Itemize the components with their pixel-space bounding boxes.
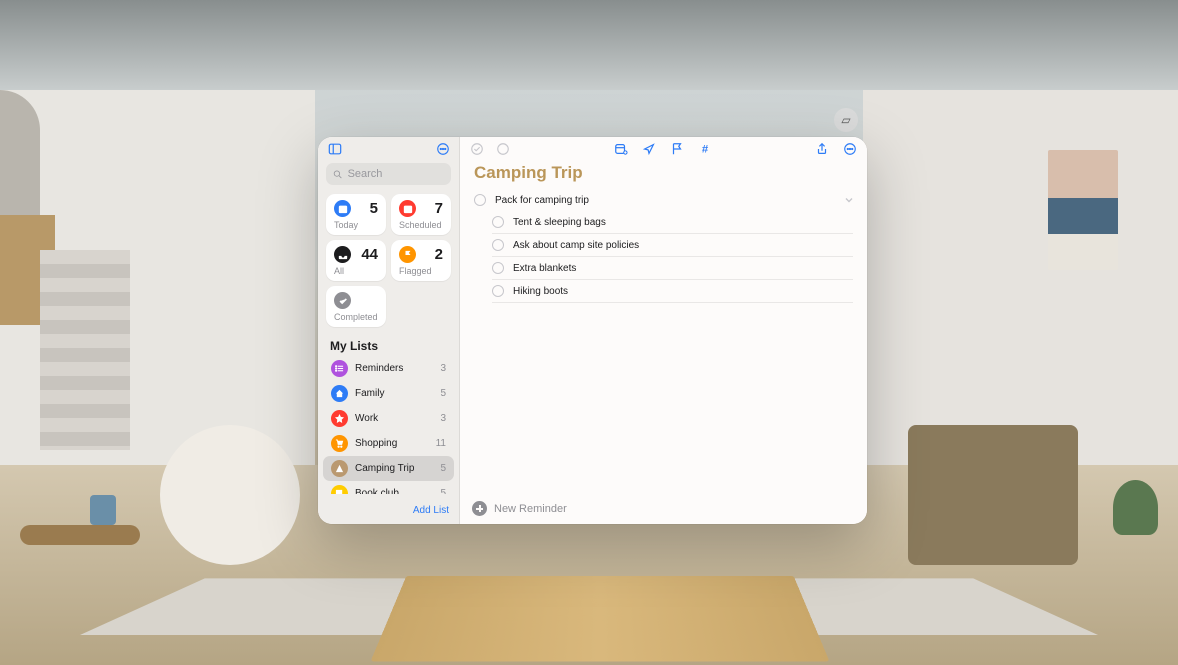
reminder-text: Ask about camp site policies: [513, 240, 639, 251]
chevron-down-icon[interactable]: [843, 194, 855, 206]
content-more-icon[interactable]: [843, 142, 857, 156]
list-count: 11: [436, 438, 446, 449]
view-toggle-icon[interactable]: [470, 142, 484, 156]
scheduled-label: Scheduled: [399, 220, 443, 230]
lists-container: Reminders 3 Family 5 Work 3 Shopping 11 …: [318, 356, 459, 494]
reminder-parent-item[interactable]: Pack for camping trip: [474, 189, 853, 211]
reminders-window: 5 Today 7 Scheduled 44 All: [318, 137, 867, 524]
reminder-item[interactable]: Tent & sleeping bags: [492, 211, 853, 234]
smart-list-all[interactable]: 44 All: [326, 240, 386, 281]
list-title: Camping Trip: [460, 159, 867, 189]
list-item-reminders[interactable]: Reminders 3: [323, 356, 454, 381]
add-date-icon[interactable]: [614, 142, 628, 156]
tray-icon: [334, 246, 351, 263]
reminder-checkbox[interactable]: [492, 239, 504, 251]
share-icon[interactable]: [815, 142, 829, 156]
flagged-label: Flagged: [399, 266, 443, 276]
smart-list-completed[interactable]: Completed: [326, 286, 386, 327]
list-item-family[interactable]: Family 5: [323, 381, 454, 406]
svg-text:#: #: [701, 144, 708, 156]
completed-label: Completed: [334, 312, 378, 322]
reminder-checkbox[interactable]: [492, 285, 504, 297]
search-field[interactable]: [326, 163, 451, 185]
all-label: All: [334, 266, 378, 276]
reminder-checkbox[interactable]: [474, 194, 486, 206]
reminder-text: Tent & sleeping bags: [513, 217, 606, 228]
tent-icon: [331, 460, 348, 477]
add-location-icon[interactable]: [642, 142, 656, 156]
check-icon: [334, 292, 351, 309]
book-icon: [331, 485, 348, 494]
search-input[interactable]: [348, 168, 444, 180]
flag-icon: [399, 246, 416, 263]
list-item-book-club[interactable]: Book club 5: [323, 481, 454, 494]
calendar-scheduled-icon: [399, 200, 416, 217]
star-icon: [331, 410, 348, 427]
list-name: Shopping: [355, 438, 429, 449]
reminder-item[interactable]: Ask about camp site policies: [492, 234, 853, 257]
list-name: Family: [355, 388, 433, 399]
list-name: Work: [355, 413, 433, 424]
list-item-shopping[interactable]: Shopping 11: [323, 431, 454, 456]
add-flag-icon[interactable]: [670, 142, 684, 156]
smart-list-scheduled[interactable]: 7 Scheduled: [391, 194, 451, 235]
flagged-count: 2: [435, 246, 443, 263]
add-list-button[interactable]: Add List: [413, 505, 449, 516]
select-icon[interactable]: [496, 142, 510, 156]
smart-lists-grid: 5 Today 7 Scheduled 44 All: [318, 189, 459, 332]
list-name: Camping Trip: [355, 463, 433, 474]
add-tag-icon[interactable]: #: [698, 142, 712, 156]
reminder-checkbox[interactable]: [492, 216, 504, 228]
sidebar: 5 Today 7 Scheduled 44 All: [318, 137, 460, 524]
reminder-sublist: Tent & sleeping bags Ask about camp site…: [474, 211, 853, 303]
list-count: 3: [440, 413, 446, 424]
new-reminder-plus-icon[interactable]: [472, 501, 487, 516]
list-item-work[interactable]: Work 3: [323, 406, 454, 431]
cart-icon: [331, 435, 348, 452]
list-item-camping-trip[interactable]: Camping Trip 5: [323, 456, 454, 481]
list-count: 5: [440, 388, 446, 399]
new-reminder-button[interactable]: New Reminder: [494, 503, 567, 515]
reminder-text: Hiking boots: [513, 286, 568, 297]
reminder-item[interactable]: Hiking boots: [492, 280, 853, 303]
house-icon: [331, 385, 348, 402]
reminder-item[interactable]: Extra blankets: [492, 257, 853, 280]
list-count: 3: [440, 363, 446, 374]
toggle-sidebar-icon[interactable]: [327, 142, 342, 157]
search-icon: [333, 169, 343, 180]
today-label: Today: [334, 220, 378, 230]
reminders-list: Pack for camping trip Tent & sleeping ba…: [460, 189, 867, 303]
smart-list-flagged[interactable]: 2 Flagged: [391, 240, 451, 281]
all-count: 44: [361, 246, 378, 263]
more-options-icon[interactable]: [435, 142, 450, 157]
calendar-today-icon: [334, 200, 351, 217]
annotation-callout-icon: ▱: [834, 108, 858, 132]
list-count: 5: [440, 463, 446, 474]
list-bullet-icon: [331, 360, 348, 377]
reminder-text: Pack for camping trip: [495, 195, 589, 206]
content-pane: # Camping Trip Pack for camping trip Ten…: [460, 137, 867, 524]
reminder-checkbox[interactable]: [492, 262, 504, 274]
today-count: 5: [370, 200, 378, 217]
reminder-text: Extra blankets: [513, 263, 576, 274]
scheduled-count: 7: [435, 200, 443, 217]
content-toolbar: #: [460, 137, 867, 159]
list-name: Reminders: [355, 363, 433, 374]
my-lists-header: My Lists: [318, 332, 459, 356]
smart-list-today[interactable]: 5 Today: [326, 194, 386, 235]
